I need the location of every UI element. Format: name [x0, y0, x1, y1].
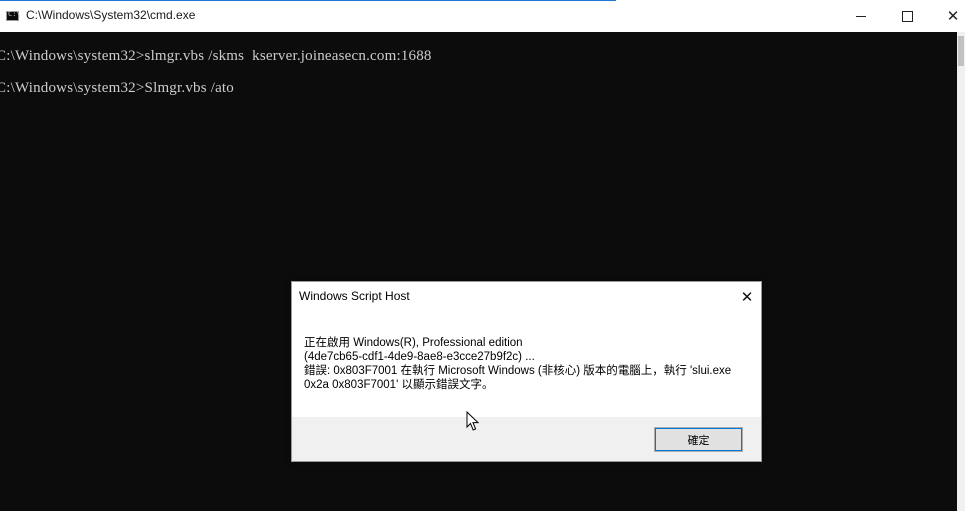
- window-title: C:\Windows\System32\cmd.exe: [26, 8, 196, 22]
- dialog-button-bar: 確定: [292, 417, 761, 461]
- dialog-message-line: 0x2a 0x803F7001' 以顯示錯誤文字。: [304, 379, 494, 391]
- script-host-dialog: Windows Script Host ✕ 正在啟用 Windows(R), P…: [291, 281, 762, 462]
- console-line: C:\Windows\system32>slmgr.vbs /skms kser…: [0, 48, 432, 64]
- minimize-icon: [856, 15, 866, 17]
- title-bar-accent-line: [0, 0, 616, 1]
- app-icon-glyph: C:\: [8, 10, 21, 18]
- cmd-app-icon[interactable]: C:\: [6, 10, 21, 21]
- ok-button[interactable]: 確定: [654, 427, 743, 452]
- dialog-title: Windows Script Host: [299, 289, 410, 303]
- dialog-message-line: 錯誤: 0x803F7001 在執行 Microsoft Windows (非核…: [304, 365, 732, 377]
- close-window-button[interactable]: ✕: [930, 0, 965, 32]
- maximize-button[interactable]: [884, 0, 930, 32]
- title-bar[interactable]: C:\ C:\Windows\System32\cmd.exe ✕: [0, 0, 965, 32]
- scrollbar-thumb[interactable]: [958, 36, 964, 66]
- dialog-message-line: 正在啟用 Windows(R), Professional edition: [304, 337, 523, 349]
- mouse-pointer-icon: [466, 411, 480, 431]
- console-line: C:\Windows\system32>Slmgr.vbs /ato: [0, 80, 235, 96]
- dialog-message-line: (4de7cb65-cdf1-4de9-8ae8-e3cce27b9f2c) .…: [304, 351, 535, 363]
- maximize-icon: [901, 10, 913, 22]
- dialog-close-button[interactable]: ✕: [738, 288, 756, 306]
- dialog-message: 正在啟用 Windows(R), Professional edition (4…: [304, 336, 744, 392]
- close-icon: ✕: [946, 6, 960, 25]
- minimize-button[interactable]: [838, 0, 884, 32]
- vertical-scrollbar[interactable]: [957, 32, 965, 511]
